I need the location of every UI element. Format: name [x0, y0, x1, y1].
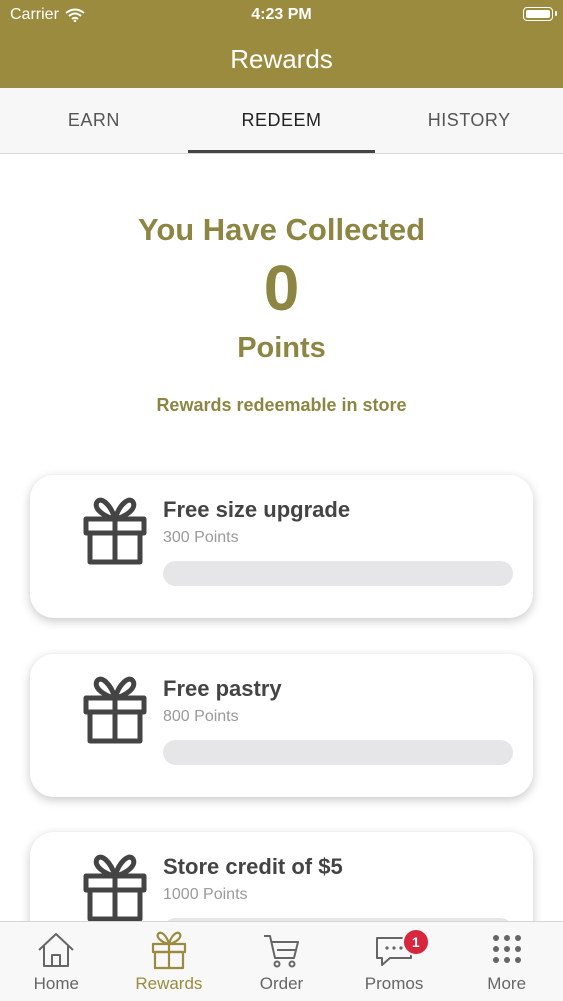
tabbar-order[interactable]: Order [225, 922, 338, 1001]
promos-badge: 1 [401, 928, 430, 956]
tab-redeem[interactable]: REDEEM [187, 88, 376, 153]
tabbar-more-label: More [487, 974, 527, 993]
points-summary: You Have Collected 0 Points Rewards rede… [0, 200, 563, 416]
reward-title: Free pastry [163, 676, 282, 701]
reward-points: 1000 Points [163, 886, 248, 903]
tab-earn[interactable]: EARN [0, 88, 188, 153]
status-bar: Carrier 4:23 PM [0, 0, 563, 30]
tabbar-home-label: Home [33, 974, 79, 993]
reward-points: 800 Points [163, 708, 239, 725]
reward-progress-bar [163, 561, 513, 586]
reward-title: Free size upgrade [163, 497, 351, 522]
points-label: Points [237, 332, 326, 364]
gift-icon [83, 854, 147, 922]
collected-title: You Have Collected [137, 212, 426, 247]
tabbar-promos[interactable]: 1 Promos [338, 922, 451, 1001]
points-value: 0 [263, 252, 300, 324]
redeem-note: Rewards redeemable in store [156, 395, 407, 415]
rewards-tabs: EARN REDEEM HISTORY [0, 88, 563, 154]
bottom-tab-bar: Home Rewards Order 1 Promos More [0, 921, 563, 1001]
home-icon [38, 933, 74, 967]
grid-icon [492, 935, 521, 963]
battery-icon [523, 7, 557, 21]
gift-icon [83, 497, 147, 565]
nav-header: Carrier 4:23 PM Rewards [0, 0, 563, 88]
tabbar-promos-label: Promos [364, 974, 424, 993]
tabbar-rewards-label: Rewards [135, 974, 203, 993]
reward-points: 300 Points [163, 529, 239, 546]
tabbar-order-label: Order [259, 974, 304, 993]
tab-history[interactable]: HISTORY [375, 88, 563, 153]
reward-title: Store credit of $5 [163, 854, 343, 879]
reward-progress-bar [163, 740, 513, 765]
cart-icon [264, 935, 300, 968]
tabbar-rewards[interactable]: Rewards [113, 922, 226, 1001]
status-time: 4:23 PM [251, 6, 312, 23]
gift-icon [83, 676, 147, 744]
page-title: Rewards [230, 44, 333, 74]
gift-icon [151, 931, 186, 970]
tabbar-more[interactable]: More [450, 922, 563, 1001]
reward-card[interactable]: Free pastry 800 Points [30, 654, 533, 797]
tabbar-home[interactable]: Home [0, 922, 113, 1001]
reward-card[interactable]: Free size upgrade 300 Points [30, 475, 533, 618]
